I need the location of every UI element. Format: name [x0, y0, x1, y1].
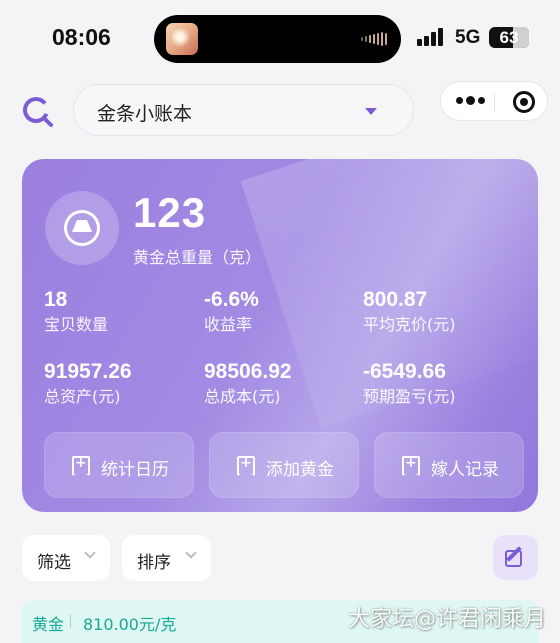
status-time: 08:06	[52, 24, 111, 50]
status-bar: 08:06 5G 63	[0, 0, 560, 78]
more-menu-button[interactable]	[456, 96, 485, 105]
total-weight-label: 黄金总重量（克）	[133, 248, 262, 267]
filter-label: 筛选	[37, 553, 71, 573]
chevron-down-icon	[185, 547, 197, 559]
miniprogram-capsule	[440, 81, 548, 121]
app-title: 金条小账本	[97, 103, 193, 125]
stat-average-price: 800.87 平均克价(元)	[363, 287, 523, 336]
stat-label: 宝贝数量	[44, 315, 109, 334]
caret-down-icon	[365, 108, 377, 115]
search-icon	[23, 97, 53, 127]
action-label: 添加黄金	[266, 460, 334, 480]
app-switcher-dropdown[interactable]: 金条小账本	[73, 84, 414, 136]
chevron-down-icon	[84, 547, 96, 559]
stat-value: 18	[44, 288, 68, 311]
add-gold-button[interactable]: 添加黄金	[209, 432, 359, 498]
stat-value: 98506.92	[204, 360, 292, 383]
filter-bar: 筛选 排序	[22, 535, 538, 581]
battery-level: 63	[499, 28, 519, 47]
price-tag-label: 黄金	[32, 615, 65, 634]
gold-price-value: 810.00元/克	[83, 615, 177, 634]
stats-calendar-button[interactable]: 统计日历	[44, 432, 194, 498]
filter-dropdown[interactable]: 筛选	[22, 535, 110, 581]
stat-total-cost: 98506.92 总成本(元)	[204, 359, 364, 408]
stat-value: 91957.26	[44, 360, 132, 383]
dynamic-island[interactable]	[154, 15, 401, 63]
stat-item-count: 18 宝贝数量	[44, 287, 204, 336]
action-label: 统计日历	[101, 460, 169, 480]
sort-dropdown[interactable]: 排序	[122, 535, 211, 581]
network-type: 5G	[455, 27, 481, 48]
signal-icon	[417, 28, 443, 46]
now-playing-artwork	[166, 23, 198, 55]
stat-value: 800.87	[363, 288, 428, 311]
stat-value: -6549.66	[363, 360, 446, 383]
stat-total-assets: 91957.26 总资产(元)	[44, 359, 204, 408]
bookmark-plus-icon	[402, 456, 420, 476]
bookmark-plus-icon	[237, 456, 255, 476]
gold-bar-icon	[45, 191, 119, 265]
price-divider	[70, 614, 71, 628]
quick-actions: 统计日历 添加黄金 嫁人记录	[44, 432, 524, 498]
total-weight-value: 123	[133, 189, 207, 236]
stat-return-rate: -6.6% 收益率	[204, 287, 364, 336]
stat-label: 总成本(元)	[204, 387, 281, 406]
bookmark-plus-icon	[72, 456, 90, 476]
stat-expected-pnl: -6549.66 预期盈亏(元)	[363, 359, 523, 408]
stat-label: 收益率	[204, 315, 253, 334]
sort-label: 排序	[137, 553, 171, 573]
stat-label: 平均克价(元)	[363, 315, 456, 334]
stat-value: -6.6%	[204, 288, 259, 311]
action-label: 嫁人记录	[431, 460, 499, 480]
search-button[interactable]	[20, 94, 56, 130]
capsule-divider	[494, 92, 495, 112]
gold-summary-card: 123 黄金总重量（克） 18 宝贝数量 -6.6% 收益率 800.87 平均…	[22, 159, 538, 512]
edit-button[interactable]	[493, 535, 538, 580]
marriage-record-button[interactable]: 嫁人记录	[374, 432, 524, 498]
watermark: 大家坛@许君闲乘月	[348, 607, 547, 632]
stat-label: 总资产(元)	[44, 387, 121, 406]
battery-icon: 63	[489, 27, 529, 48]
close-miniprogram-button[interactable]	[513, 91, 535, 113]
top-nav: 金条小账本	[0, 80, 560, 140]
stat-label: 预期盈亏(元)	[363, 387, 456, 406]
audio-wave-icon	[361, 32, 387, 46]
